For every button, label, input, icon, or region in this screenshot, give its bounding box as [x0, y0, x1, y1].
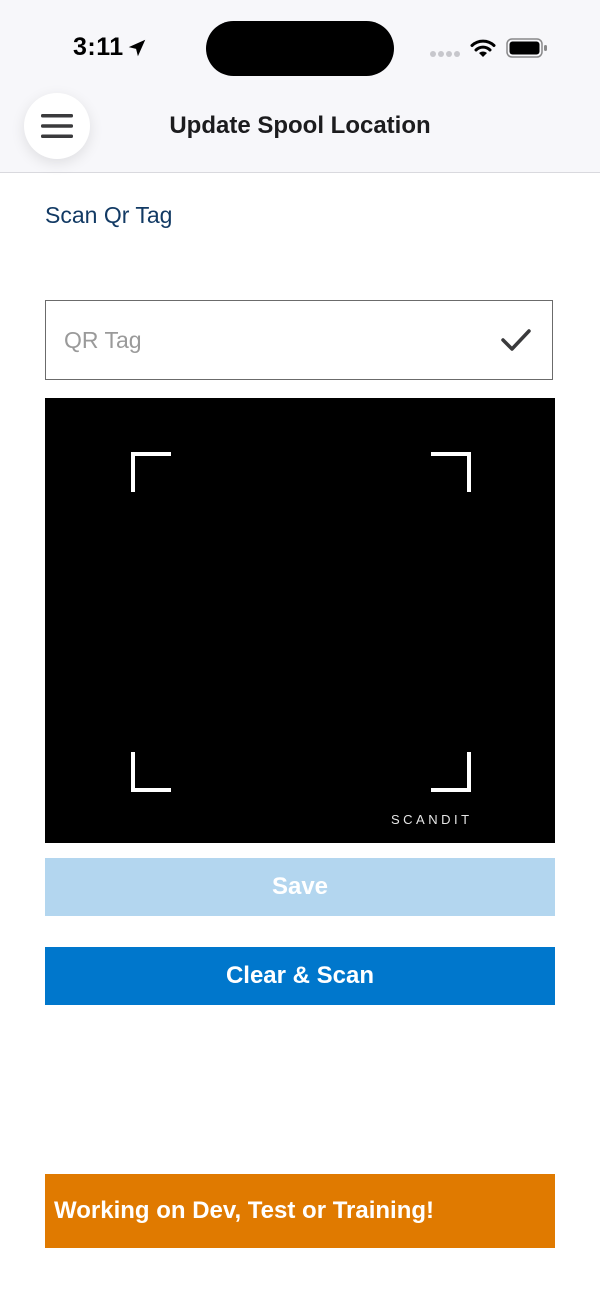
- save-button[interactable]: Save: [45, 858, 555, 916]
- qr-tag-input[interactable]: [62, 301, 486, 380]
- dynamic-island: [206, 21, 394, 76]
- environment-warning-banner: Working on Dev, Test or Training!: [45, 1174, 555, 1248]
- location-arrow-icon: [128, 39, 146, 57]
- scan-qr-tag-label: Scan Qr Tag: [45, 202, 173, 228]
- viewfinder-corner-bottom-left: [131, 752, 171, 792]
- status-bar: 3:11: [0, 0, 600, 90]
- viewfinder-corner-top-left: [131, 452, 171, 492]
- viewfinder-corner-top-right: [431, 452, 471, 492]
- viewfinder-corner-bottom-right: [431, 752, 471, 792]
- clear-and-scan-button[interactable]: Clear & Scan: [45, 947, 555, 1005]
- wifi-icon: [470, 39, 496, 57]
- battery-icon: [506, 38, 547, 58]
- app-header: Update Spool Location: [0, 90, 600, 173]
- page-title: Update Spool Location: [169, 112, 431, 139]
- scandit-logo: SCANDIT: [391, 812, 473, 827]
- cellular-signal-icon: [430, 51, 460, 57]
- barcode-scanner-view[interactable]: SCANDIT: [45, 398, 555, 843]
- qr-tag-field: [45, 300, 553, 380]
- status-time: 3:11: [73, 33, 124, 61]
- checkmark-icon[interactable]: [500, 327, 532, 353]
